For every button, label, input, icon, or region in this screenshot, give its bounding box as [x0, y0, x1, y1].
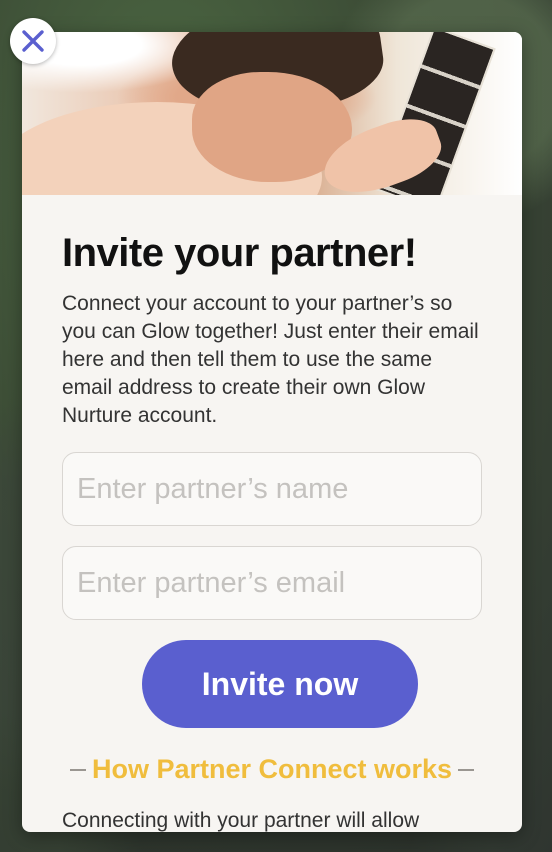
modal-description: Connect your account to your partner’s s… [62, 292, 479, 427]
right-dash [458, 768, 475, 771]
partner-name-input[interactable] [62, 452, 482, 526]
modal-content: Invite your partner! Connect your accoun… [22, 231, 522, 832]
invite-now-button[interactable]: Invite now [142, 640, 418, 728]
how-partner-connect-link[interactable]: How Partner Connect works [62, 754, 482, 785]
modal-title: Invite your partner! [62, 231, 417, 275]
close-button[interactable] [10, 18, 56, 64]
hero-image [22, 32, 522, 195]
left-dash [69, 768, 86, 771]
partner-email-input[interactable] [62, 546, 482, 620]
invite-partner-modal: Invite your partner! Connect your accoun… [22, 32, 522, 832]
close-icon [22, 30, 44, 52]
how-link-label: How Partner Connect works [91, 754, 453, 784]
peek-text: Connecting with your partner will allow [62, 809, 420, 832]
